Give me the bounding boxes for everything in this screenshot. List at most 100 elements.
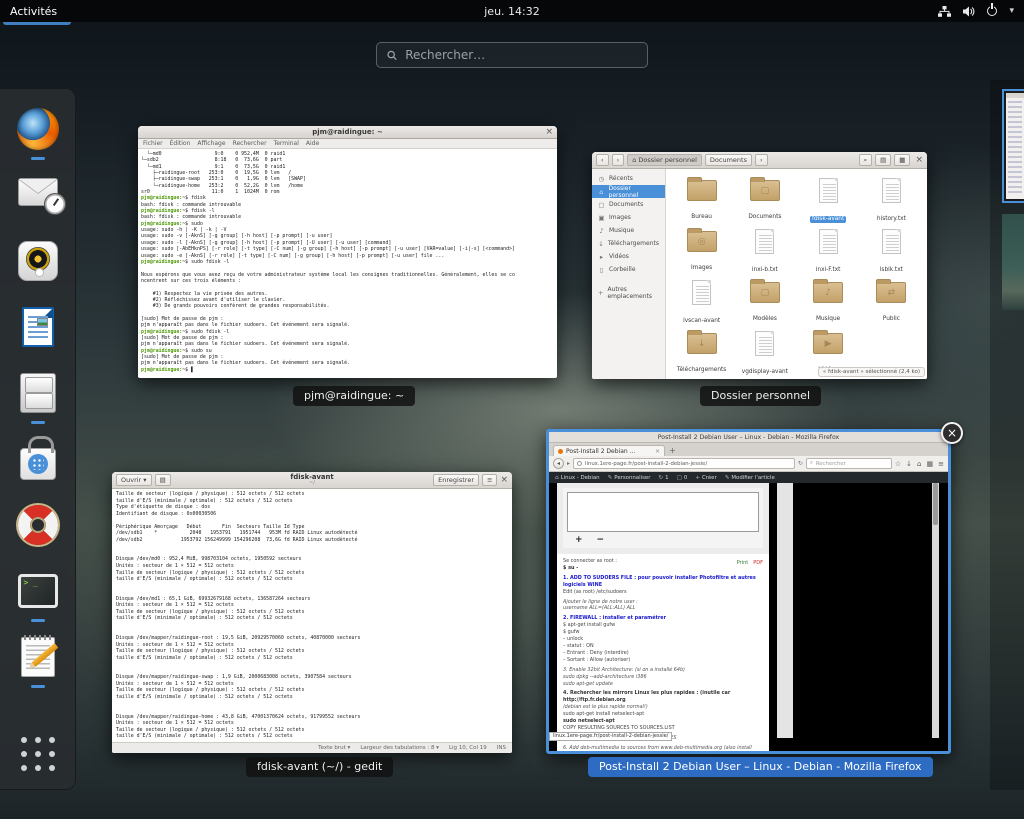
zoom-in-button: + [575,536,583,544]
dock-help-icon[interactable] [14,501,62,549]
notepad-pencil-icon [21,637,55,677]
toolbar-icon: ↓ [906,460,912,468]
adminbar-item: ↻1 [658,475,668,481]
dock-rhythmbox-icon[interactable] [14,237,62,285]
browser-search-field: ⌕ Rechercher [806,458,892,469]
sidebar-item-icon: + [598,289,603,297]
files-search-icon: ⌕ [859,154,873,166]
file-item-label: Public [881,316,902,323]
chevron-down-icon: ▾ [1009,6,1014,16]
file-item: ▢ Documents [733,174,796,225]
comment-textarea [567,492,759,532]
files-sidebar: ◷Récents⌂Dossier personnel▢Documents▣Ima… [592,169,666,379]
cursor-position: Lig 10, Col 19 [449,745,487,751]
tab-close-icon: × [655,448,660,455]
mail-clock-icon [18,178,58,206]
forward-icon: ▸ [567,460,570,467]
file-item-icon [755,331,774,356]
terminal-titlebar: pjm@raidingue: ~ × [138,126,557,139]
dash-dock [0,88,76,790]
sidebar-item-label: Autres emplacements [607,286,659,300]
window-gedit[interactable]: Ouvrir ▾ ▤ fdisk-avant ~/ Enregistrer ≡ … [112,472,512,753]
reload-icon: ↻ [798,460,803,467]
file-item: ♪ Musique [797,276,860,327]
volume-icon [963,6,975,17]
pathbar-documents-button: Documents [705,154,752,166]
back-button: ‹ [596,154,609,166]
dock-evolution-icon[interactable] [14,171,62,219]
page-scrollbar [932,483,939,738]
firefox-tabbar: Post-Install 2 Debian ... × + [549,443,948,456]
file-item-label: lsblk.txt [878,267,905,274]
dock-files-icon[interactable] [14,369,62,417]
workspace-thumbnail-2[interactable] [1002,214,1024,310]
sidebar-item-label: Dossier personnel [609,185,659,199]
dock-libreoffice-writer-icon[interactable] [14,303,62,351]
article-body: Se connecter as root :$ su -1. ADD TO SU… [557,554,769,751]
dock-gedit-icon[interactable] [14,633,62,681]
sidebar-item: ▯Corbeille [592,263,665,276]
gedit-headerbar: Ouvrir ▾ ▤ fdisk-avant ~/ Enregistrer ≡ … [112,472,512,489]
adminbar-item: +Créer [695,475,716,481]
back-icon: ◂ [553,458,564,469]
list-view-icon: ▤ [875,154,891,166]
pathbar-home-button: ⌂ Dossier personnel [627,154,702,166]
new-tab-button: + [669,446,676,456]
firefox-viewport: + − Se connecter as root :$ su -1. ADD T… [549,483,948,751]
adminbar-item: ▢0 [677,475,688,481]
workspace-thumbnail-1[interactable] [1002,89,1024,203]
dock-terminal-icon[interactable] [14,567,62,615]
tab-label: Post-Install 2 Debian ... [566,448,635,455]
sidebar-item: ⌂Dossier personnel [592,185,665,198]
file-item-icon: ↓ [687,333,717,354]
terminal-title: pjm@raidingue: ~ [312,128,383,136]
toolbar-icon: ☆ [895,460,901,468]
lifebuoy-icon [18,505,58,545]
dock-software-icon[interactable] [14,435,62,483]
file-item-icon [755,229,774,254]
file-item-label: Documents [746,214,783,221]
document-image-icon [37,318,48,326]
search-glyph: ⌕ [810,460,813,467]
window-firefox[interactable]: Post-Install 2 Debian User – Linux - Deb… [546,429,951,754]
firefox-icon [17,108,59,150]
file-item: inxi-F.txt [797,225,860,276]
clock[interactable]: jeu. 14:32 [0,5,1024,18]
print-button: Print [737,560,749,566]
window-close-button[interactable]: × [941,422,963,444]
window-caption-terminal: pjm@raidingue: ~ [293,386,415,406]
writer-document-icon [22,307,54,347]
activities-button[interactable]: Activités [0,0,67,22]
new-document-icon: ▤ [155,474,171,486]
overview-search[interactable] [376,42,648,68]
window-terminal[interactable]: pjm@raidingue: ~ × FichierÉditionAfficha… [138,126,557,378]
toolbar-icons: ☆↓⌂▦≡ [895,460,944,468]
adminbar-item: ✎Modifier l'article [725,475,775,481]
window-files[interactable]: ‹ › ⌂ Dossier personnel Documents › ⌕ ▤ … [592,152,927,379]
sidebar-item: ♪Musique [592,224,665,237]
system-status-area[interactable]: ▾ [938,6,1024,17]
search-icon [387,50,397,61]
wordpress-admin-bar: ⌂Linux - Debian✎Personnaliser↻1▢0+Créer✎… [549,472,948,483]
menu-item: Édition [170,140,191,147]
files-close-button: × [915,155,923,165]
search-input[interactable] [405,48,637,62]
url-bar: linux.1ere-page.fr/post-install-2-debian… [573,458,795,469]
menu-item: Affichage [197,140,225,147]
sidebar-item: ▸Vidéos [592,250,665,263]
file-item-icon [692,280,711,305]
show-applications-button[interactable] [14,723,62,771]
dock-firefox-icon[interactable] [14,105,62,153]
file-item-label: inxi-b.txt [750,267,780,274]
file-item-icon: ⇄ [876,282,906,303]
top-bar: Activités jeu. 14:32 ▾ [0,0,1024,22]
terminal-icon [18,574,58,608]
menu-item: Terminal [274,140,299,147]
file-item-label: Bureau [689,214,714,221]
file-item-label: fdisk-avant [810,216,846,223]
file-item: lvscan-avant [670,276,733,327]
firefox-active-tab: Post-Install 2 Debian ... × [553,445,665,456]
file-item: lsblk.txt [860,225,923,276]
print-pdf-buttons: Print PDF [737,560,763,566]
speaker-icon [18,241,58,281]
